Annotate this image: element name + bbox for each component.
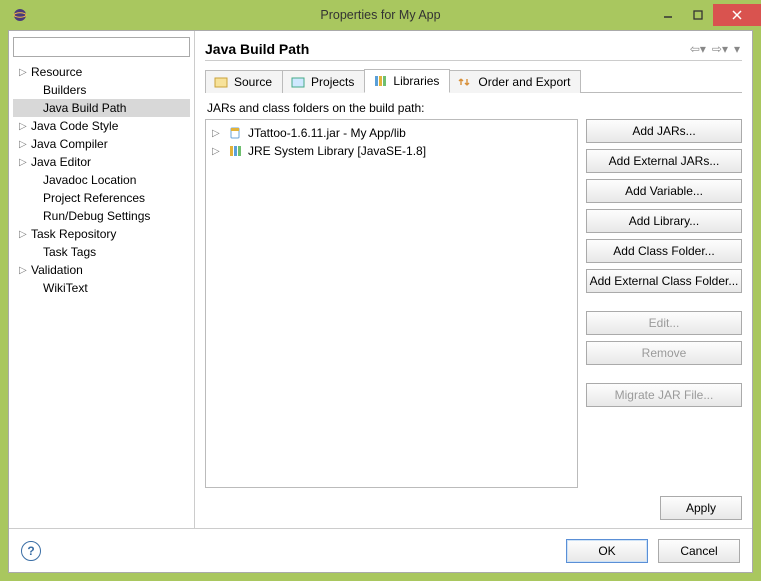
library-item-label: JTattoo-1.6.11.jar - My App/lib — [248, 126, 406, 140]
bottom-buttons: OK Cancel — [566, 539, 740, 563]
expand-arrow-icon: ▷ — [19, 265, 31, 276]
tree-item-label: Task Tags — [43, 245, 96, 259]
tree-item-javadoc-location[interactable]: Javadoc Location — [13, 171, 190, 189]
dialog-body: ▷ResourceBuildersJava Build Path▷Java Co… — [8, 30, 753, 573]
settings-pane: Java Build Path ⇦▾ ⇨▾ ▾ Source Projects Li… — [195, 31, 752, 528]
tree-item-label: Task Repository — [31, 227, 116, 241]
tree-item-project-references[interactable]: Project References — [13, 189, 190, 207]
libraries-caption: JARs and class folders on the build path… — [207, 101, 740, 115]
tree-item-validation[interactable]: ▷Validation — [13, 261, 190, 279]
bottom-bar: ? OK Cancel — [9, 528, 752, 572]
libraries-list[interactable]: ▷ JTattoo-1.6.11.jar - My App/lib ▷ JRE Sys… — [205, 119, 578, 488]
expand-arrow-icon: ▷ — [19, 139, 31, 150]
expand-arrow-icon: ▷ — [212, 128, 222, 139]
order-icon — [458, 75, 472, 89]
add-external-jars-button[interactable]: Add External JARs... — [586, 149, 742, 173]
migrate-jar-button: Migrate JAR File... — [586, 383, 742, 407]
tree-item-task-repository[interactable]: ▷Task Repository — [13, 225, 190, 243]
tree-item-task-tags[interactable]: Task Tags — [13, 243, 190, 261]
tab-label: Projects — [311, 75, 354, 89]
tree-item-label: Java Code Style — [31, 119, 118, 133]
jar-icon — [228, 126, 242, 140]
window-title: Properties for My App — [320, 8, 440, 22]
page-title: Java Build Path — [205, 41, 309, 57]
tab-projects[interactable]: Projects — [282, 70, 365, 93]
category-tree[interactable]: ▷ResourceBuildersJava Build Path▷Java Co… — [13, 63, 190, 524]
cancel-button[interactable]: Cancel — [658, 539, 740, 563]
tree-item-label: Resource — [31, 65, 82, 79]
expand-arrow-icon: ▷ — [212, 146, 222, 157]
tree-item-label: Validation — [31, 263, 83, 277]
libraries-row: ▷ JTattoo-1.6.11.jar - My App/lib ▷ JRE Sys… — [205, 119, 742, 488]
tab-source[interactable]: Source — [205, 70, 283, 93]
filter-input[interactable] — [13, 37, 190, 57]
tree-item-java-build-path[interactable]: Java Build Path — [13, 99, 190, 117]
ok-button[interactable]: OK — [566, 539, 648, 563]
nav-forward-icon[interactable]: ⇨▾ — [710, 42, 730, 56]
tab-bar: Source Projects Libraries Order and Export — [205, 67, 742, 93]
tab-libraries[interactable]: Libraries — [364, 69, 450, 93]
tree-item-label: Javadoc Location — [43, 173, 136, 187]
tree-item-label: Builders — [43, 83, 86, 97]
add-jars-button[interactable]: Add JARs... — [586, 119, 742, 143]
expand-arrow-icon: ▷ — [19, 67, 31, 78]
library-item-label: JRE System Library [JavaSE-1.8] — [248, 144, 426, 158]
remove-button: Remove — [586, 341, 742, 365]
maximize-button[interactable] — [683, 4, 713, 26]
title-bar: Properties for My App — [0, 0, 761, 30]
main-row: ▷ResourceBuildersJava Build Path▷Java Co… — [9, 31, 752, 528]
nav-menu-icon[interactable]: ▾ — [732, 42, 742, 56]
tab-order[interactable]: Order and Export — [449, 70, 581, 93]
edit-button: Edit... — [586, 311, 742, 335]
category-pane: ▷ResourceBuildersJava Build Path▷Java Co… — [9, 31, 195, 528]
help-icon[interactable]: ? — [21, 541, 41, 561]
tree-item-java-compiler[interactable]: ▷Java Compiler — [13, 135, 190, 153]
tab-label: Source — [234, 75, 272, 89]
tree-item-label: Project References — [43, 191, 145, 205]
page-nav: ⇦▾ ⇨▾ ▾ — [688, 42, 742, 56]
add-class-folder-button[interactable]: Add Class Folder... — [586, 239, 742, 263]
minimize-button[interactable] — [653, 4, 683, 26]
eclipse-app-icon — [12, 7, 28, 23]
tree-item-label: WikiText — [43, 281, 88, 295]
tree-item-label: Java Compiler — [31, 137, 108, 151]
page-header: Java Build Path ⇦▾ ⇨▾ ▾ — [205, 37, 742, 61]
libraries-icon — [373, 74, 387, 88]
apply-row: Apply — [205, 488, 742, 520]
tab-label: Libraries — [393, 74, 439, 88]
add-external-class-folder-button[interactable]: Add External Class Folder... — [586, 269, 742, 293]
tree-item-resource[interactable]: ▷Resource — [13, 63, 190, 81]
add-library-button[interactable]: Add Library... — [586, 209, 742, 233]
tree-item-label: Java Build Path — [43, 101, 126, 115]
add-variable-button[interactable]: Add Variable... — [586, 179, 742, 203]
tree-item-run-debug-settings[interactable]: Run/Debug Settings — [13, 207, 190, 225]
projects-icon — [291, 75, 305, 89]
nav-back-icon[interactable]: ⇦▾ — [688, 42, 708, 56]
source-icon — [214, 75, 228, 89]
apply-button[interactable]: Apply — [660, 496, 742, 520]
expand-arrow-icon: ▷ — [19, 157, 31, 168]
tab-label: Order and Export — [478, 75, 570, 89]
expand-arrow-icon: ▷ — [19, 121, 31, 132]
tree-item-label: Java Editor — [31, 155, 91, 169]
jre-icon — [228, 144, 242, 158]
library-item[interactable]: ▷ JRE System Library [JavaSE-1.8] — [212, 142, 571, 160]
tree-item-java-editor[interactable]: ▷Java Editor — [13, 153, 190, 171]
library-actions: Add JARs... Add External JARs... Add Var… — [586, 119, 742, 488]
tree-item-wikitext[interactable]: WikiText — [13, 279, 190, 297]
tree-item-label: Run/Debug Settings — [43, 209, 150, 223]
tree-item-builders[interactable]: Builders — [13, 81, 190, 99]
window-controls — [653, 4, 761, 26]
library-item[interactable]: ▷ JTattoo-1.6.11.jar - My App/lib — [212, 124, 571, 142]
tree-item-java-code-style[interactable]: ▷Java Code Style — [13, 117, 190, 135]
expand-arrow-icon: ▷ — [19, 229, 31, 240]
close-button[interactable] — [713, 4, 761, 26]
